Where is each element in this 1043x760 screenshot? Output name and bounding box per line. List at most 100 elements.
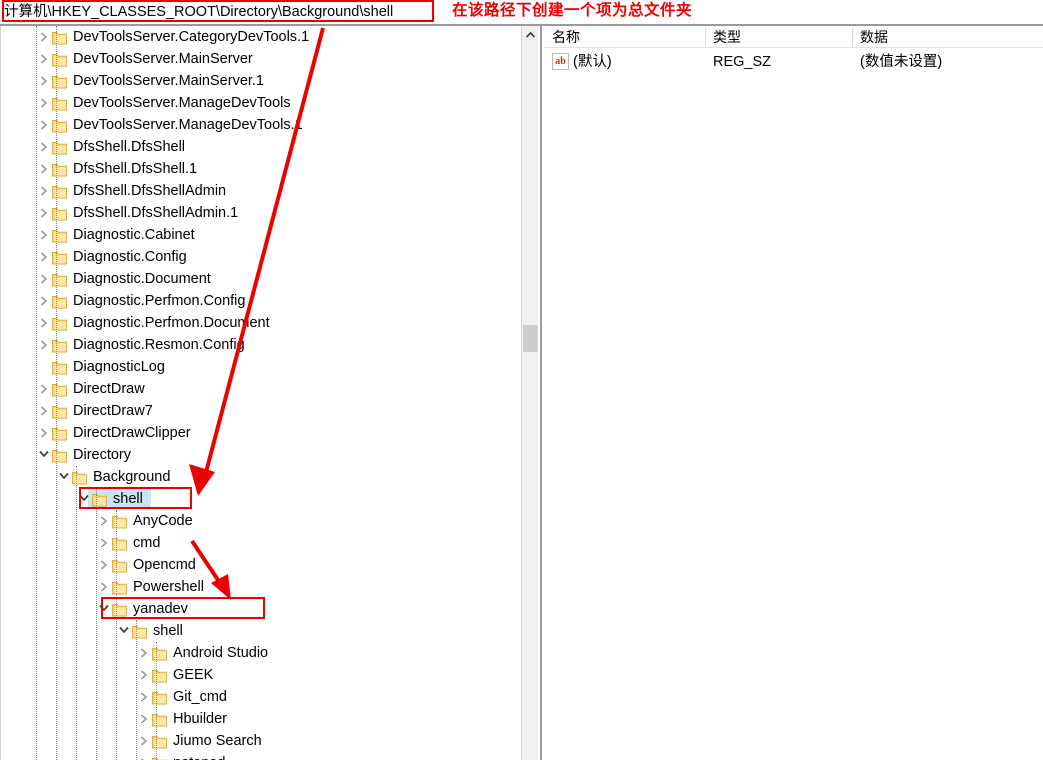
tree-expander-collapsed[interactable]	[136, 642, 152, 664]
registry-values-pane[interactable]: 名称 类型 数据 ab (默认) REG_SZ (数值未设置)	[544, 26, 1043, 760]
column-header-name[interactable]: 名称	[544, 26, 705, 48]
tree-row[interactable]: DevToolsServer.CategoryDevTools.1	[0, 26, 519, 48]
tree-row[interactable]: shell	[0, 488, 519, 510]
tree-row[interactable]: notepad	[0, 752, 519, 760]
tree-item-label: Powershell	[133, 579, 204, 595]
registry-tree-pane[interactable]: DevToolsServer.CategoryDevTools.1 DevTool…	[0, 26, 519, 760]
tree-expander-collapsed[interactable]	[36, 26, 52, 48]
tree-expander-collapsed[interactable]	[36, 114, 52, 136]
tree-item-label: Jiumo Search	[173, 733, 262, 749]
tree-row[interactable]: DevToolsServer.MainServer	[0, 48, 519, 70]
tree-expander-collapsed[interactable]	[36, 422, 52, 444]
tree-expander-collapsed[interactable]	[36, 312, 52, 334]
tree-row[interactable]: DirectDrawClipper	[0, 422, 519, 444]
values-column-header[interactable]: 名称 类型 数据	[544, 26, 1043, 48]
tree-expander-expanded[interactable]	[96, 598, 112, 620]
tree-row[interactable]: Diagnostic.Resmon.Config	[0, 334, 519, 356]
tree-expander-collapsed[interactable]	[36, 202, 52, 224]
indent-guide	[36, 26, 37, 760]
tree-item-label: shell	[153, 623, 183, 639]
address-bar[interactable]: 计算机\HKEY_CLASSES_ROOT\Directory\Backgrou…	[0, 0, 1043, 24]
tree-row[interactable]: DirectDraw	[0, 378, 519, 400]
tree-expander-expanded[interactable]	[56, 466, 72, 488]
tree-expander-collapsed[interactable]	[36, 136, 52, 158]
registry-path-text[interactable]: 计算机\HKEY_CLASSES_ROOT\Directory\Backgrou…	[4, 2, 393, 22]
tree-item-label: Hbuilder	[173, 711, 227, 727]
tree-row[interactable]: Diagnostic.Config	[0, 246, 519, 268]
tree-expander-collapsed[interactable]	[136, 664, 152, 686]
tree-row[interactable]: DfsShell.DfsShell	[0, 136, 519, 158]
tree-expander-collapsed[interactable]	[96, 510, 112, 532]
tree-vertical-scrollbar[interactable]	[521, 26, 538, 760]
folder-icon	[52, 184, 67, 199]
tree-row[interactable]: DevToolsServer.ManageDevTools.1	[0, 114, 519, 136]
tree-row[interactable]: DevToolsServer.MainServer.1	[0, 70, 519, 92]
tree-expander-collapsed[interactable]	[36, 246, 52, 268]
tree-row[interactable]: cmd	[0, 532, 519, 554]
tree-row[interactable]: DfsShell.DfsShellAdmin.1	[0, 202, 519, 224]
tree-item-label: Diagnostic.Document	[73, 271, 211, 287]
tree-row[interactable]: Diagnostic.Cabinet	[0, 224, 519, 246]
folder-icon	[112, 514, 127, 529]
scroll-up-button[interactable]	[522, 26, 538, 43]
tree-expander-collapsed[interactable]	[136, 730, 152, 752]
tree-expander-collapsed[interactable]	[36, 334, 52, 356]
tree-expander-collapsed[interactable]	[36, 224, 52, 246]
tree-item-label: DfsShell.DfsShellAdmin	[73, 183, 227, 199]
folder-icon	[152, 646, 167, 661]
tree-row[interactable]: DirectDraw7	[0, 400, 519, 422]
value-type: REG_SZ	[713, 54, 772, 70]
tree-expander-expanded[interactable]	[36, 444, 52, 466]
tree-row[interactable]: Hbuilder	[0, 708, 519, 730]
tree-row[interactable]: shell	[0, 620, 519, 642]
tree-item-label: GEEK	[173, 667, 214, 683]
tree-item-label: DevToolsServer.MainServer.1	[73, 73, 264, 89]
tree-expander-collapsed[interactable]	[96, 554, 112, 576]
indent-guide	[76, 466, 77, 760]
tree-row[interactable]: Powershell	[0, 576, 519, 598]
tree-expander-collapsed[interactable]	[136, 686, 152, 708]
tree-row[interactable]: Directory	[0, 444, 519, 466]
tree-expander-collapsed[interactable]	[36, 92, 52, 114]
scroll-thumb[interactable]	[523, 325, 538, 352]
tree-row[interactable]: DiagnosticLog	[0, 356, 519, 378]
tree-row[interactable]: Diagnostic.Perfmon.Document	[0, 312, 519, 334]
tree-row[interactable]: AnyCode	[0, 510, 519, 532]
tree-row[interactable]: DevToolsServer.ManageDevTools	[0, 92, 519, 114]
tree-row[interactable]: Opencmd	[0, 554, 519, 576]
tree-row[interactable]: GEEK	[0, 664, 519, 686]
tree-expander-collapsed[interactable]	[36, 400, 52, 422]
tree-row[interactable]: yanadev	[0, 598, 519, 620]
tree-expander-collapsed[interactable]	[36, 378, 52, 400]
tree-row[interactable]: Diagnostic.Perfmon.Config	[0, 290, 519, 312]
tree-row[interactable]: Git_cmd	[0, 686, 519, 708]
tree-row[interactable]: DfsShell.DfsShell.1	[0, 158, 519, 180]
tree-expander-collapsed[interactable]	[36, 158, 52, 180]
tree-expander-collapsed[interactable]	[36, 48, 52, 70]
tree-expander-expanded[interactable]	[76, 488, 92, 510]
pane-divider[interactable]	[540, 26, 542, 760]
folder-icon	[112, 536, 127, 551]
tree-expander-expanded[interactable]	[116, 620, 132, 642]
tree-expander-collapsed[interactable]	[36, 290, 52, 312]
tree-expander-collapsed[interactable]	[36, 268, 52, 290]
tree-expander-collapsed[interactable]	[96, 576, 112, 598]
column-header-data[interactable]: 数据	[852, 26, 1043, 48]
folder-icon	[152, 690, 167, 705]
tree-expander-collapsed[interactable]	[136, 752, 152, 760]
tree-row[interactable]: Jiumo Search	[0, 730, 519, 752]
tree-expander-collapsed[interactable]	[96, 532, 112, 554]
tree-row[interactable]: DfsShell.DfsShellAdmin	[0, 180, 519, 202]
tree-expander-collapsed[interactable]	[36, 180, 52, 202]
folder-icon	[52, 426, 67, 441]
tree-row[interactable]: Background	[0, 466, 519, 488]
column-header-type[interactable]: 类型	[705, 26, 852, 48]
tree-row[interactable]: Diagnostic.Document	[0, 268, 519, 290]
tree-item-label: Diagnostic.Resmon.Config	[73, 337, 245, 353]
tree-expander-collapsed[interactable]	[36, 70, 52, 92]
tree-row[interactable]: Android Studio	[0, 642, 519, 664]
folder-icon	[52, 338, 67, 353]
value-row-default[interactable]: ab (默认) REG_SZ (数值未设置)	[544, 50, 1043, 74]
tree-item-label: Diagnostic.Config	[73, 249, 187, 265]
tree-expander-collapsed[interactable]	[136, 708, 152, 730]
